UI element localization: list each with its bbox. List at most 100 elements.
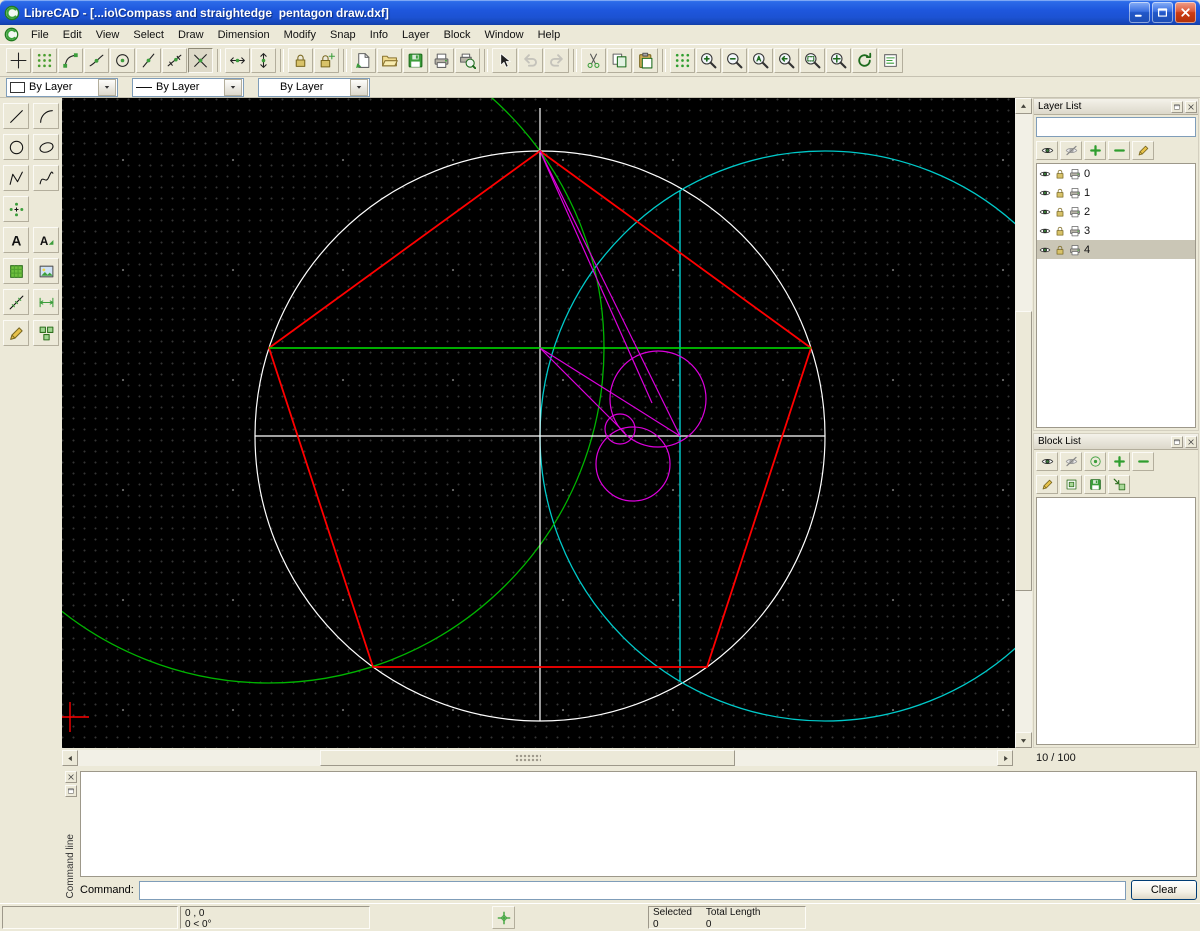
redraw-button[interactable] bbox=[852, 48, 877, 73]
lock-relative-zero-button[interactable] bbox=[288, 48, 313, 73]
edit-cut-button[interactable] bbox=[581, 48, 606, 73]
text-tool-button[interactable]: A bbox=[3, 227, 29, 253]
edit-block-button[interactable] bbox=[1060, 475, 1082, 494]
restrict-vertical-button[interactable] bbox=[251, 48, 276, 73]
spline-tool-button[interactable] bbox=[33, 165, 59, 191]
point-tool-button[interactable] bbox=[3, 196, 29, 222]
vertical-scrollbar[interactable] bbox=[1015, 98, 1032, 748]
command-dock-handle[interactable]: Command line bbox=[62, 769, 79, 902]
snap-distance-button[interactable] bbox=[162, 48, 187, 73]
hide-all-blocks-button[interactable] bbox=[1060, 452, 1082, 471]
block-list-close-button[interactable] bbox=[1185, 436, 1197, 448]
menu-snap[interactable]: Snap bbox=[323, 27, 363, 43]
remove-block-button[interactable] bbox=[1132, 452, 1154, 471]
document-window-icon[interactable] bbox=[4, 27, 19, 42]
remove-layer-button[interactable] bbox=[1108, 141, 1130, 160]
menu-dimension[interactable]: Dimension bbox=[211, 27, 277, 43]
rename-block-button[interactable] bbox=[1036, 475, 1058, 494]
menu-file[interactable]: File bbox=[24, 27, 56, 43]
snap-intersection-button[interactable] bbox=[188, 48, 213, 73]
hide-all-layers-button[interactable] bbox=[1060, 141, 1082, 160]
mtext-tool-button[interactable]: A bbox=[33, 227, 59, 253]
command-close-button[interactable] bbox=[65, 771, 77, 783]
dimension-tool-button[interactable] bbox=[33, 289, 59, 315]
snap-center-button[interactable] bbox=[110, 48, 135, 73]
grid-toggle-button[interactable] bbox=[670, 48, 695, 73]
menu-help[interactable]: Help bbox=[531, 27, 568, 43]
file-save-button[interactable] bbox=[403, 48, 428, 73]
drawing-canvas[interactable] bbox=[62, 98, 1015, 748]
entity-line[interactable] bbox=[540, 348, 625, 433]
command-input[interactable] bbox=[139, 881, 1126, 900]
show-all-layers-button[interactable] bbox=[1036, 141, 1058, 160]
arc-tool-button[interactable] bbox=[33, 103, 59, 129]
file-print-button[interactable] bbox=[429, 48, 454, 73]
combo-dropdown-button[interactable] bbox=[98, 79, 116, 96]
combo-dropdown-button[interactable] bbox=[224, 79, 242, 96]
block-list-float-button[interactable] bbox=[1171, 436, 1183, 448]
zoom-auto-button[interactable] bbox=[748, 48, 773, 73]
layer-row-2[interactable]: 2 bbox=[1037, 202, 1195, 221]
zoom-in-button[interactable] bbox=[696, 48, 721, 73]
minimize-button[interactable] bbox=[1129, 2, 1150, 23]
horizontal-scroll-thumb[interactable] bbox=[320, 750, 735, 766]
layer-row-3[interactable]: 3 bbox=[1037, 221, 1195, 240]
menu-layer[interactable]: Layer bbox=[395, 27, 437, 43]
undo-button[interactable] bbox=[518, 48, 543, 73]
entity-circle[interactable] bbox=[62, 98, 604, 683]
layer-filter-input[interactable] bbox=[1036, 117, 1196, 137]
snap-settings-button[interactable] bbox=[492, 906, 515, 929]
measure-tool-button[interactable] bbox=[3, 289, 29, 315]
scroll-left-button[interactable] bbox=[62, 750, 78, 766]
command-history[interactable] bbox=[80, 771, 1197, 877]
layer-list-rows[interactable]: 01234 bbox=[1036, 163, 1196, 428]
layer-list-close-button[interactable] bbox=[1185, 101, 1197, 113]
circle-tool-button[interactable] bbox=[3, 134, 29, 160]
layer-row-4[interactable]: 4 bbox=[1037, 240, 1195, 259]
image-tool-button[interactable] bbox=[33, 258, 59, 284]
maximize-button[interactable] bbox=[1152, 2, 1173, 23]
snap-endpoint-button[interactable] bbox=[58, 48, 83, 73]
width-combobox[interactable]: By Layer bbox=[132, 78, 244, 97]
modify-tool-button[interactable] bbox=[3, 320, 29, 346]
set-relative-zero-button[interactable] bbox=[314, 48, 339, 73]
block-list-titlebar[interactable]: Block List bbox=[1034, 434, 1198, 450]
layer-list-float-button[interactable] bbox=[1171, 101, 1183, 113]
menu-select[interactable]: Select bbox=[126, 27, 171, 43]
layer-row-1[interactable]: 1 bbox=[1037, 183, 1195, 202]
snap-free-button[interactable] bbox=[6, 48, 31, 73]
zoom-out-button[interactable] bbox=[722, 48, 747, 73]
edit-copy-button[interactable] bbox=[607, 48, 632, 73]
clear-button[interactable]: Clear bbox=[1131, 880, 1197, 900]
entity-circle[interactable] bbox=[610, 351, 706, 447]
menu-view[interactable]: View bbox=[89, 27, 127, 43]
title-bar[interactable]: LibreCAD - [...io\Compass and straighted… bbox=[0, 0, 1200, 25]
file-open-button[interactable] bbox=[377, 48, 402, 73]
edit-paste-button[interactable] bbox=[633, 48, 658, 73]
zoom-window-button[interactable] bbox=[800, 48, 825, 73]
close-button[interactable] bbox=[1175, 2, 1196, 23]
menu-edit[interactable]: Edit bbox=[56, 27, 89, 43]
show-all-blocks-button[interactable] bbox=[1036, 452, 1058, 471]
modify-layer-button[interactable] bbox=[1132, 141, 1154, 160]
menu-modify[interactable]: Modify bbox=[277, 27, 323, 43]
vertical-scroll-thumb[interactable] bbox=[1015, 311, 1032, 591]
menu-draw[interactable]: Draw bbox=[171, 27, 211, 43]
entity-circle[interactable] bbox=[596, 427, 670, 501]
command-float-button[interactable] bbox=[65, 785, 77, 797]
add-block-button[interactable] bbox=[1108, 452, 1130, 471]
combo-dropdown-button[interactable] bbox=[350, 79, 368, 96]
snap-on-entity-button[interactable] bbox=[84, 48, 109, 73]
file-new-button[interactable] bbox=[351, 48, 376, 73]
menu-window[interactable]: Window bbox=[477, 27, 530, 43]
block-tool-button[interactable] bbox=[33, 320, 59, 346]
add-layer-button[interactable] bbox=[1084, 141, 1106, 160]
line-tool-button[interactable] bbox=[3, 103, 29, 129]
linetype-combobox[interactable]: By Layer bbox=[258, 78, 370, 97]
layer-row-0[interactable]: 0 bbox=[1037, 164, 1195, 183]
block-list-rows[interactable] bbox=[1036, 497, 1196, 745]
menu-info[interactable]: Info bbox=[363, 27, 395, 43]
toggle-block-visibility-button[interactable] bbox=[1084, 452, 1106, 471]
ellipse-tool-button[interactable] bbox=[33, 134, 59, 160]
redo-button[interactable] bbox=[544, 48, 569, 73]
